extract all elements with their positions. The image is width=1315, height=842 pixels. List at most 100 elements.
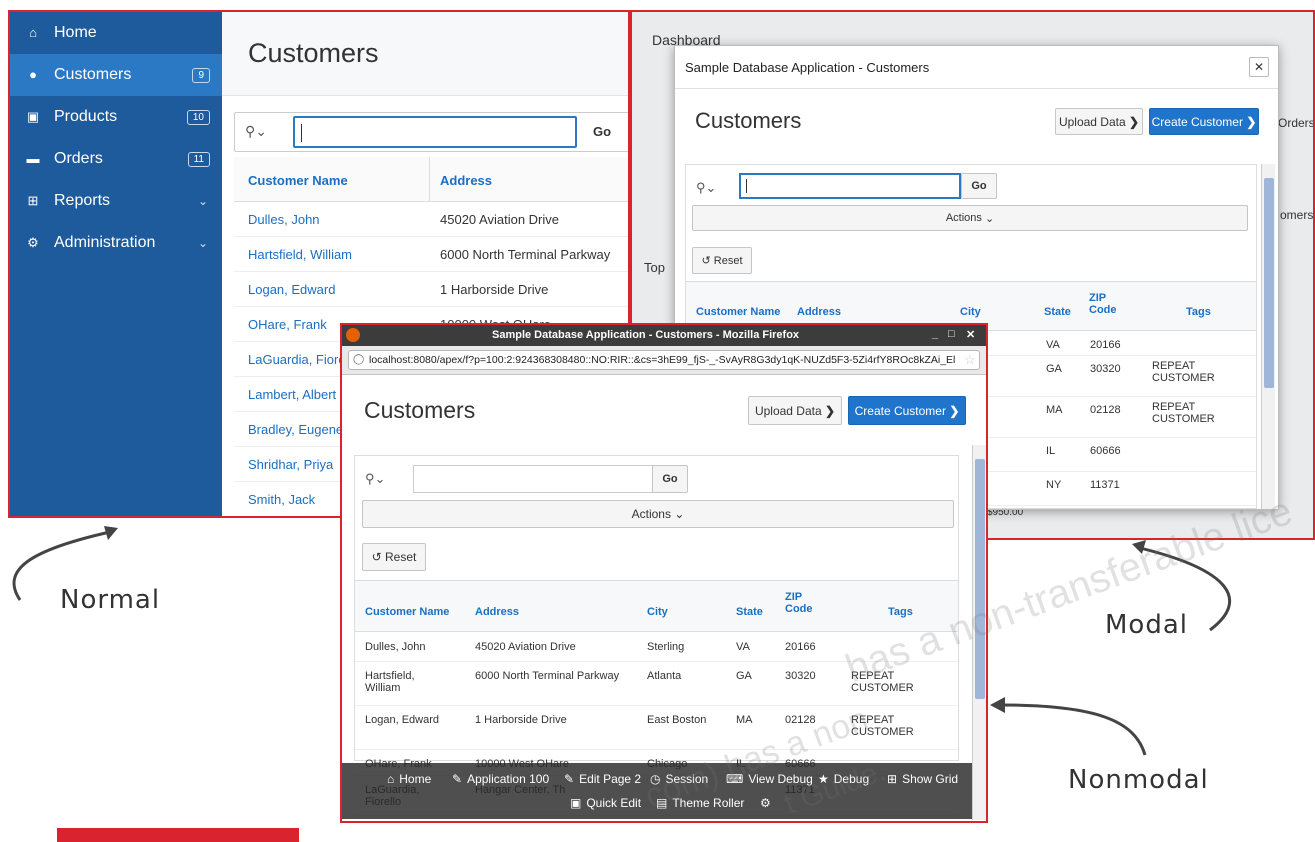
reset-button[interactable]: ↺ Reset	[692, 247, 752, 274]
zip-cell: 30320	[1090, 363, 1121, 375]
customer-name-link[interactable]: Logan, Edward	[248, 282, 335, 297]
customer-name-link[interactable]: Dulles, John	[248, 212, 320, 227]
column-header[interactable]: State	[1044, 306, 1071, 318]
customer-name-link[interactable]: Bradley, Eugene	[248, 422, 343, 437]
reset-button[interactable]: ↺ Reset	[362, 543, 426, 571]
minimize-icon[interactable]: _	[932, 328, 938, 340]
reset-icon: ↺	[371, 550, 382, 564]
column-header[interactable]: Address	[475, 606, 519, 618]
column-header[interactable]: Tags	[1186, 306, 1211, 318]
nonmodal-arrow	[990, 697, 1147, 756]
dev-session-button[interactable]: ◷ Session	[650, 772, 708, 786]
chevron-right-icon: ❯	[1129, 114, 1140, 129]
search-icon[interactable]: ⚲⌄	[245, 123, 267, 140]
sidebar-item-label: Reports	[54, 192, 111, 209]
dev-edit-page-button[interactable]: ✎ Edit Page 2	[564, 772, 641, 786]
dev-show-grid-button[interactable]: ⊞ Show Grid	[887, 772, 958, 786]
page-title: Customers	[695, 108, 802, 133]
dialog-title: Sample Database Application - Customers	[685, 60, 930, 75]
search-input[interactable]	[413, 465, 653, 493]
customer-name-link[interactable]: Dulles, John	[365, 641, 445, 653]
close-icon[interactable]: ✕	[966, 328, 975, 341]
column-divider	[429, 157, 430, 202]
address-cell: 6000 North Terminal Parkway	[475, 670, 620, 682]
column-header[interactable]: City	[960, 306, 981, 318]
customer-name-link[interactable]: Lambert, Albert	[248, 387, 336, 402]
zip-cell: 02128	[1090, 404, 1121, 416]
column-header[interactable]: Customer Name	[365, 606, 449, 618]
zip-cell: 02128	[785, 714, 816, 726]
developer-toolbar: ⌂ Home ✎ Application 100 ✎ Edit Page 2 ◷ Ses…	[342, 763, 972, 819]
create-customer-button[interactable]: Create Customer ❯	[848, 396, 966, 425]
close-icon[interactable]: ✕	[1249, 57, 1269, 77]
customer-name-link[interactable]: Shridhar, Priya	[248, 457, 333, 472]
customer-name-link[interactable]: Hartsfield, William	[248, 247, 352, 262]
table-row: Logan, Edward 1 Harborside Drive East Bost…	[355, 706, 958, 750]
page-title: Customers	[364, 397, 476, 423]
table-header: Customer Name Address City State ZIP Cod…	[355, 580, 958, 632]
zip-cell: 20166	[1090, 339, 1121, 351]
dev-view-debug-button[interactable]: ⌨ View Debug	[726, 772, 813, 786]
customer-name-link[interactable]: Hartsfield, William	[365, 670, 445, 694]
search-input[interactable]	[293, 116, 577, 148]
column-header[interactable]: City	[647, 606, 668, 618]
search-icon[interactable]: ⚲⌄	[365, 471, 385, 487]
scrollbar-thumb[interactable]	[975, 459, 985, 699]
dev-application-button[interactable]: ✎ Application 100	[452, 772, 549, 786]
customer-name-link[interactable]: Logan, Edward	[365, 714, 445, 726]
tags-cell: REPEAT CUSTOMER	[1152, 401, 1215, 425]
column-header[interactable]: ZIP Code	[785, 591, 815, 615]
sidebar-item-orders[interactable]: ▬ Orders 11	[10, 138, 222, 180]
button-label: Actions	[945, 212, 982, 224]
star-icon[interactable]: ☆	[964, 352, 976, 368]
sidebar-item-home[interactable]: ⌂ Home	[10, 12, 222, 54]
actions-menu-button[interactable]: Actions ⌄	[362, 500, 954, 528]
go-button[interactable]: Go	[961, 173, 997, 199]
table-row: Hartsfield, William 6000 North Terminal P…	[355, 662, 958, 706]
city-cell: Sterling	[647, 641, 685, 653]
upload-data-button[interactable]: Upload Data ❯	[748, 396, 842, 425]
maximize-icon[interactable]: □	[948, 328, 955, 340]
scrollbar-thumb[interactable]	[1264, 178, 1274, 388]
url-field[interactable]: ◯ localhost:8080/apex/f?p=100:2:92436830…	[348, 350, 980, 370]
users-icon: ●	[29, 67, 37, 82]
globe-icon: ◯	[353, 354, 365, 365]
dev-home-button[interactable]: ⌂ Home	[387, 772, 431, 786]
sidebar-item-label: Products	[54, 108, 118, 125]
go-button[interactable]: Go	[593, 124, 611, 139]
search-icon[interactable]: ⚲⌄	[696, 180, 716, 196]
sidebar-item-reports[interactable]: ⊞ Reports ⌄	[10, 180, 222, 222]
dev-settings-button[interactable]: ⚙	[760, 796, 771, 810]
customer-name-link[interactable]: Smith, Jack	[248, 492, 315, 507]
column-header[interactable]: Address	[440, 173, 492, 188]
sidebar-item-label: Home	[54, 24, 97, 41]
state-cell: VA	[1046, 339, 1060, 351]
dev-theme-roller-button[interactable]: ▤ Theme Roller	[656, 796, 744, 810]
sidebar-item-label: Administration	[54, 234, 156, 251]
column-header[interactable]: Tags	[888, 606, 913, 618]
annotation-normal: Normal	[60, 585, 161, 615]
sidebar-item-administration[interactable]: ⚙ Administration ⌄	[10, 222, 222, 264]
sidebar-item-customers[interactable]: ● Customers 9	[10, 54, 222, 96]
actions-menu-button[interactable]: Actions ⌄	[692, 205, 1248, 231]
search-bar: ⚲⌄ Go	[234, 112, 628, 152]
edit-icon: ✎	[564, 772, 575, 786]
column-header[interactable]: State	[736, 606, 763, 618]
button-label: Upload Data	[1058, 114, 1126, 129]
upload-data-button[interactable]: Upload Data ❯	[1055, 108, 1143, 135]
column-header[interactable]: Address	[797, 306, 841, 318]
go-button[interactable]: Go	[652, 465, 688, 493]
column-header[interactable]: Customer Name	[248, 173, 348, 188]
dev-quick-edit-button[interactable]: ▣ Quick Edit	[570, 796, 641, 810]
create-customer-button[interactable]: Create Customer ❯	[1149, 108, 1259, 135]
scrollbar[interactable]	[1261, 164, 1275, 509]
chevron-down-icon: ⌄	[984, 212, 995, 225]
scrollbar[interactable]	[972, 445, 986, 820]
sidebar-item-products[interactable]: ▣ Products 10	[10, 96, 222, 138]
search-input[interactable]	[739, 173, 961, 199]
table-row: Hartsfield, William 6000 North Terminal P…	[234, 237, 628, 272]
column-header[interactable]: ZIP Code	[1089, 292, 1119, 316]
column-header[interactable]: Customer Name	[696, 306, 780, 318]
customer-name-link[interactable]: OHare, Frank	[248, 317, 327, 332]
dev-debug-button[interactable]: ★ Debug	[818, 772, 869, 786]
